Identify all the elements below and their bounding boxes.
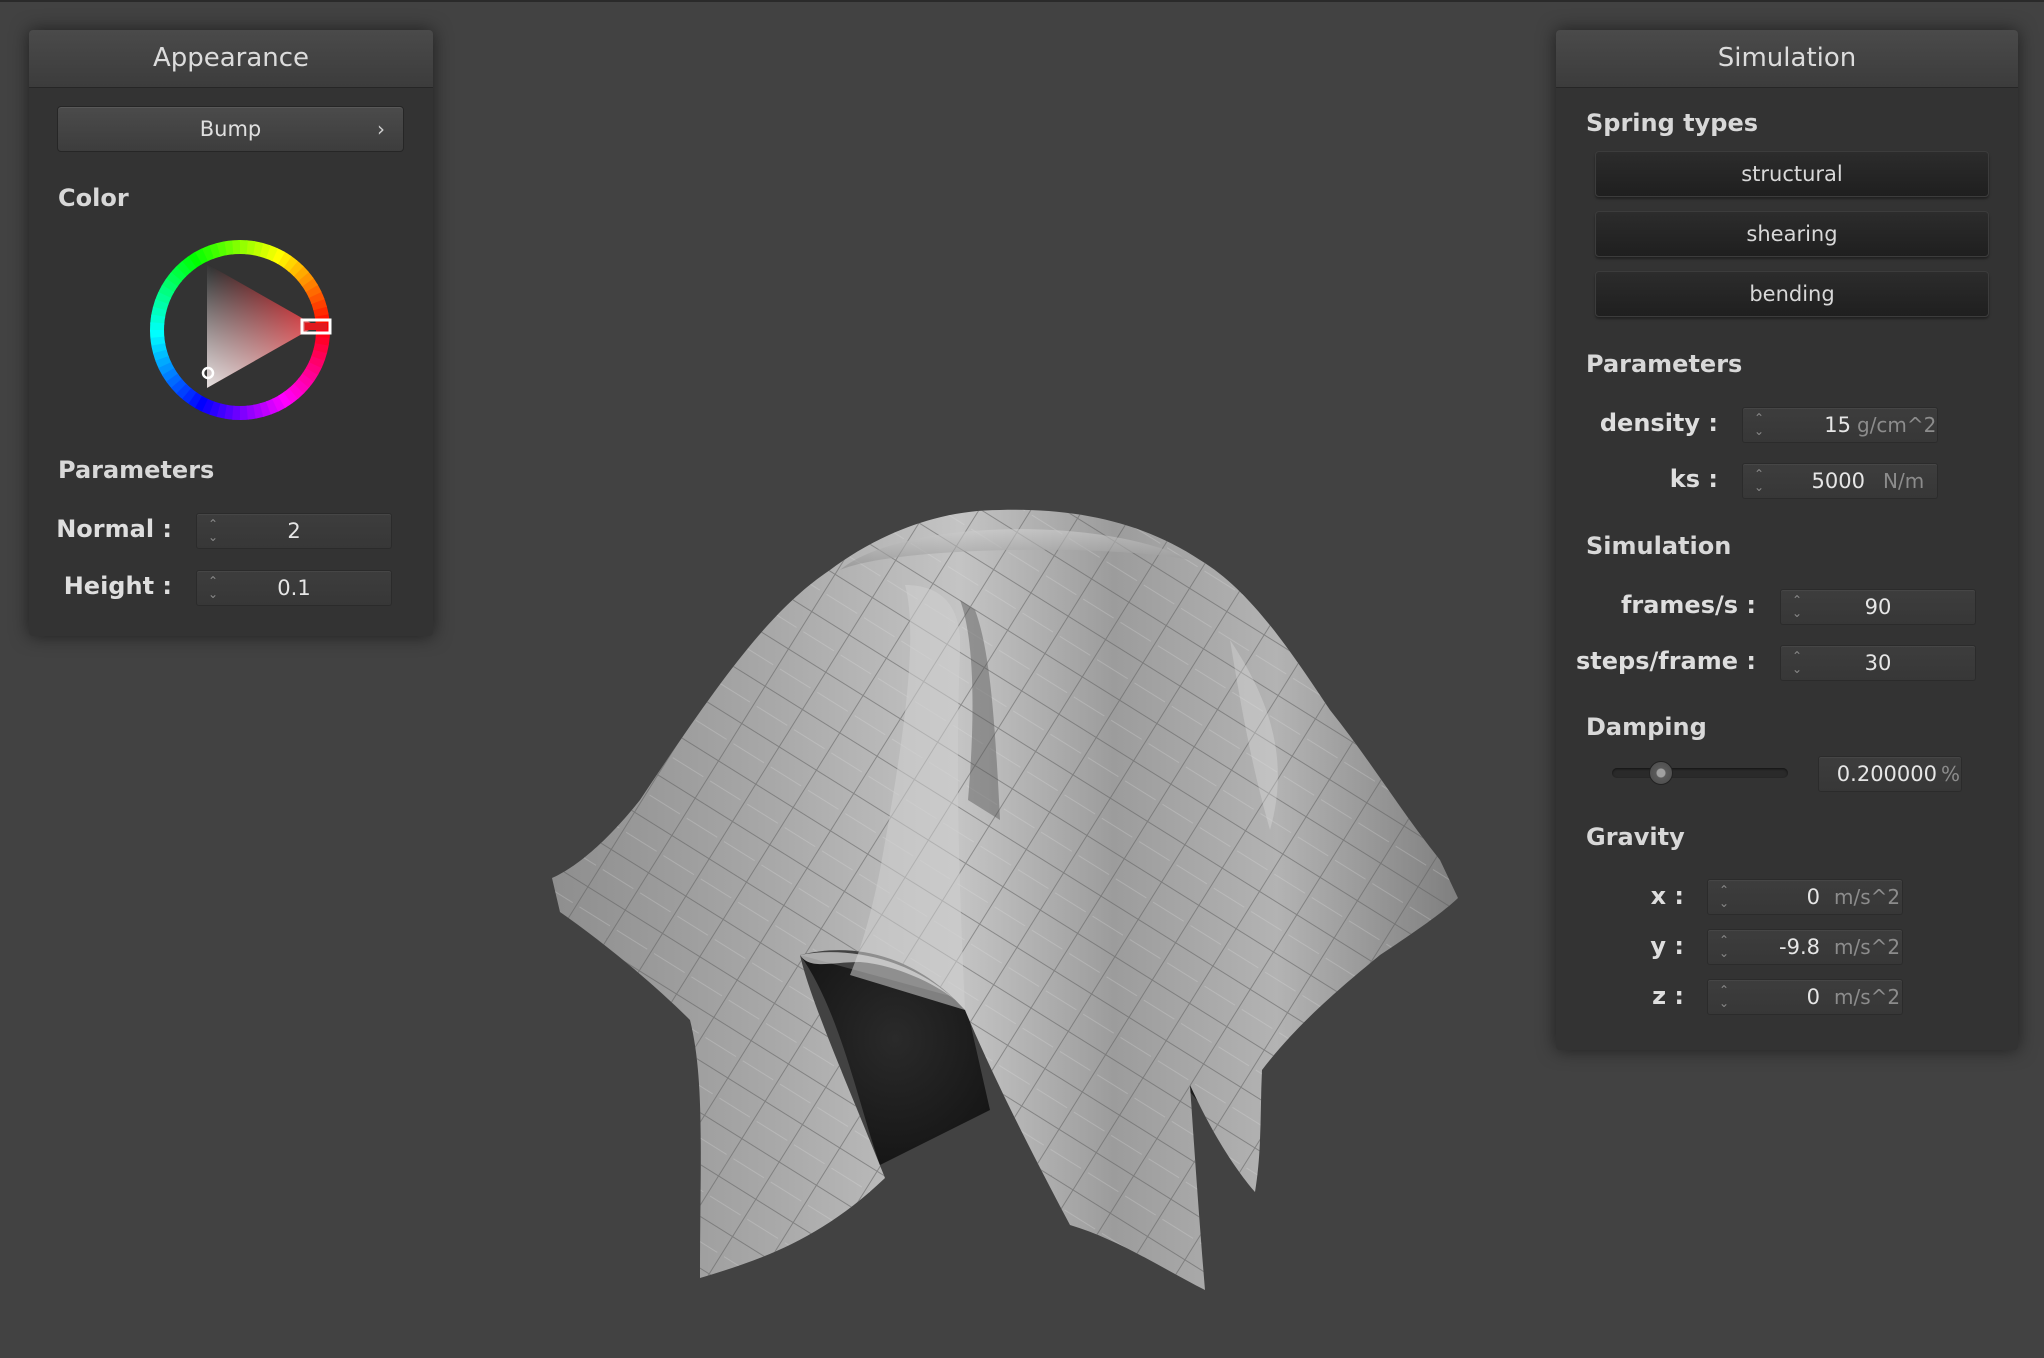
- appearance-panel-title: Appearance: [29, 30, 433, 88]
- ks-unit: N/m: [1883, 469, 1925, 493]
- steps-per-frame-input[interactable]: ⌃ ⌄ 30: [1780, 645, 1976, 681]
- simulation-parameters-label: Parameters: [1586, 350, 1743, 378]
- gravity-z-unit: m/s^2: [1834, 985, 1901, 1009]
- cloth-mesh: [552, 509, 1458, 1291]
- up-down-spinner-icon[interactable]: ⌃ ⌄: [1791, 594, 1803, 620]
- gravity-y-value: -9.8: [1779, 935, 1820, 959]
- up-down-spinner-icon[interactable]: ⌃ ⌄: [1718, 934, 1730, 960]
- hue-selector-fill: [305, 323, 327, 330]
- appearance-parameters-label: Parameters: [58, 456, 215, 484]
- chevron-right-icon: ›: [377, 117, 385, 141]
- up-down-spinner-icon[interactable]: ⌃ ⌄: [207, 518, 219, 544]
- texture-dropdown-button[interactable]: Bump ›: [57, 106, 404, 152]
- up-down-spinner-icon[interactable]: ⌃ ⌄: [1753, 412, 1765, 438]
- up-down-spinner-icon[interactable]: ⌃ ⌄: [1753, 468, 1765, 494]
- height-label: Height :: [63, 572, 172, 600]
- height-input[interactable]: ⌃ ⌄ 0.1: [196, 570, 392, 606]
- damping-label: Damping: [1586, 713, 1707, 741]
- simulation-panel-title: Simulation: [1556, 30, 2018, 88]
- damping-input[interactable]: 0.200000 %: [1818, 756, 1962, 792]
- damping-unit: %: [1941, 762, 1961, 786]
- normal-label: Normal :: [56, 515, 172, 543]
- ks-value: 5000: [1811, 469, 1865, 493]
- ks-input[interactable]: ⌃ ⌄ 5000 N/m: [1742, 463, 1938, 499]
- gravity-y-label: y :: [1650, 932, 1684, 960]
- structural-spring-button[interactable]: structural: [1595, 151, 1989, 197]
- bending-spring-button[interactable]: bending: [1595, 271, 1989, 317]
- gravity-label: Gravity: [1586, 823, 1685, 851]
- gravity-y-unit: m/s^2: [1834, 935, 1901, 959]
- gravity-z-label: z :: [1652, 982, 1684, 1010]
- density-value: 15: [1824, 413, 1851, 437]
- frames-per-second-label: frames/s :: [1620, 591, 1756, 619]
- density-unit: g/cm^2: [1857, 413, 1937, 437]
- density-label: density :: [1599, 409, 1718, 437]
- gravity-x-input[interactable]: ⌃ ⌄ 0 m/s^2: [1707, 879, 1903, 915]
- simulation-section-label: Simulation: [1586, 532, 1732, 560]
- gravity-x-unit: m/s^2: [1834, 885, 1901, 909]
- damping-slider[interactable]: [1612, 761, 1788, 785]
- ks-label: ks :: [1669, 465, 1718, 493]
- up-down-spinner-icon[interactable]: ⌃ ⌄: [207, 575, 219, 601]
- steps-per-frame-label: steps/frame :: [1576, 647, 1756, 675]
- gravity-x-label: x :: [1650, 882, 1684, 910]
- color-section-label: Color: [58, 184, 129, 212]
- steps-per-frame-value: 30: [1864, 651, 1892, 675]
- up-down-spinner-icon[interactable]: ⌃ ⌄: [1718, 884, 1730, 910]
- normal-value: 2: [287, 519, 301, 543]
- gravity-z-value: 0: [1806, 985, 1820, 1009]
- frames-per-second-value: 90: [1864, 595, 1892, 619]
- color-wheel[interactable]: [140, 230, 340, 430]
- gravity-z-input[interactable]: ⌃ ⌄ 0 m/s^2: [1707, 979, 1903, 1015]
- spring-types-label: Spring types: [1586, 109, 1759, 137]
- frames-per-second-input[interactable]: ⌃ ⌄ 90: [1780, 589, 1976, 625]
- gravity-x-value: 0: [1806, 885, 1820, 909]
- height-value: 0.1: [277, 576, 311, 600]
- normal-input[interactable]: ⌃ ⌄ 2: [196, 513, 392, 549]
- texture-dropdown-label: Bump: [199, 117, 262, 141]
- shearing-spring-button[interactable]: shearing: [1595, 211, 1989, 257]
- gravity-y-input[interactable]: ⌃ ⌄ -9.8 m/s^2: [1707, 929, 1903, 965]
- density-input[interactable]: ⌃ ⌄ 15 g/cm^2: [1742, 407, 1938, 443]
- up-down-spinner-icon[interactable]: ⌃ ⌄: [1791, 650, 1803, 676]
- up-down-spinner-icon[interactable]: ⌃ ⌄: [1718, 984, 1730, 1010]
- damping-value: 0.200000: [1836, 762, 1937, 786]
